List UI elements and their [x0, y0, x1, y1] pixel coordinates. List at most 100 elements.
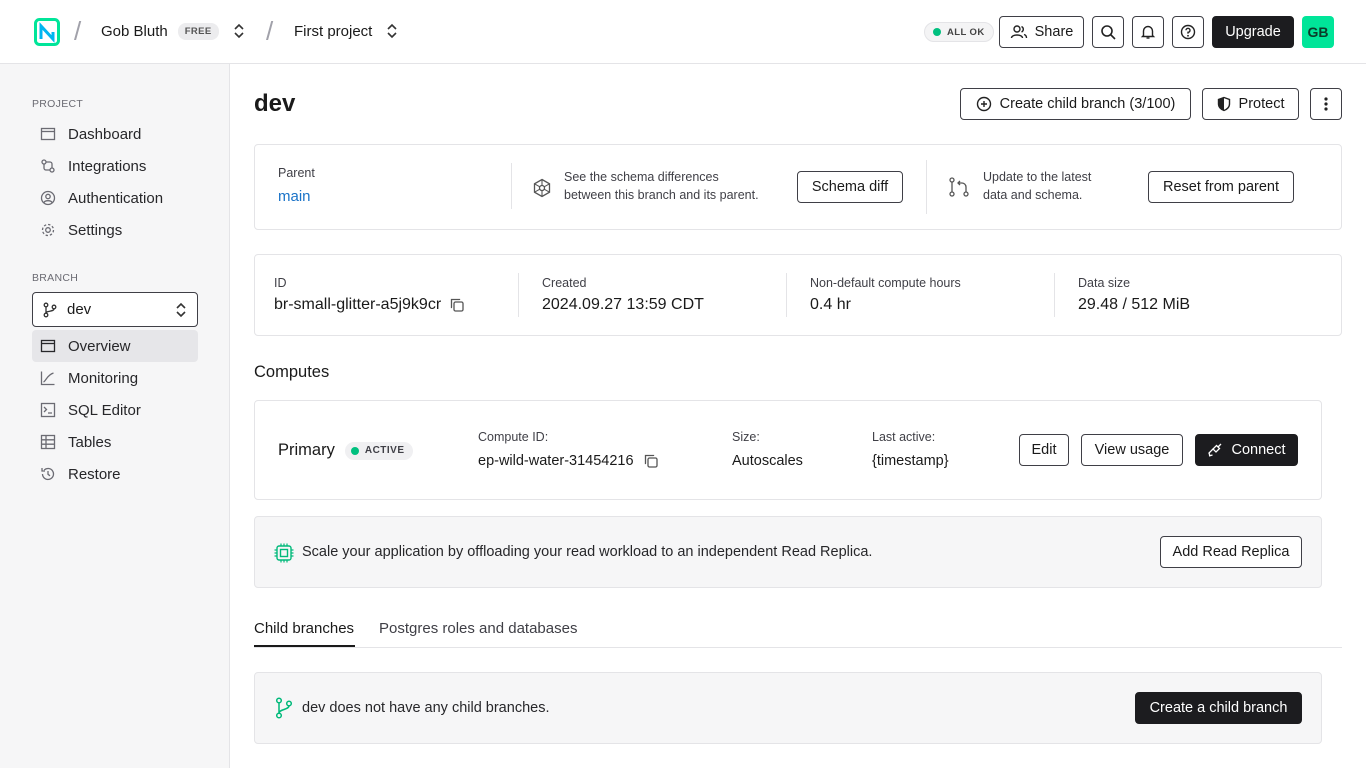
divider — [786, 273, 787, 317]
reset-from-parent-label: Reset from parent — [1162, 179, 1280, 195]
child-branches-card: dev does not have any child branches. Cr… — [254, 672, 1322, 744]
data-size-label: Data size — [1078, 276, 1131, 290]
plus-circle-icon — [976, 96, 991, 112]
more-options-button[interactable] — [1310, 88, 1342, 120]
no-child-branches-text: dev does not have any child branches. — [302, 700, 550, 716]
share-button[interactable]: Share — [999, 16, 1084, 48]
read-replica-card: Scale your application by offloading you… — [254, 516, 1322, 588]
edit-compute-button[interactable]: Edit — [1019, 434, 1069, 466]
sidebar-item-label: Settings — [68, 221, 123, 239]
divider — [511, 163, 512, 209]
compute-card: Primary ACTIVE Compute ID: ep-wild-water… — [254, 400, 1322, 500]
chevron-updown-icon — [234, 23, 244, 39]
chevron-updown-icon — [176, 302, 186, 318]
tab-child-branches[interactable]: Child branches — [254, 620, 354, 637]
create-child-branch-button[interactable]: Create child branch (3/100) — [960, 88, 1191, 120]
shield-icon — [1217, 96, 1230, 112]
compute-name: Primary ACTIVE — [278, 441, 413, 460]
sidebar-item-overview[interactable]: Overview — [32, 330, 198, 362]
protect-label: Protect — [1238, 96, 1285, 112]
project-section-label: PROJECT — [32, 98, 84, 110]
status-dot — [933, 28, 941, 36]
schema-diff-description: See the schema differences between this … — [564, 168, 759, 204]
view-usage-button[interactable]: View usage — [1081, 434, 1183, 466]
sidebar-item-authentication[interactable]: Authentication — [32, 182, 198, 214]
chevron-updown-icon — [387, 23, 397, 39]
sidebar-item-sql-editor[interactable]: SQL Editor — [32, 394, 198, 426]
copy-icon[interactable] — [449, 297, 465, 313]
plan-badge: FREE — [177, 22, 219, 40]
add-read-replica-label: Add Read Replica — [1172, 544, 1290, 560]
copy-icon[interactable] — [643, 453, 659, 469]
org-switcher[interactable]: Gob Bluth FREE — [101, 22, 245, 40]
branch-select[interactable]: dev — [32, 292, 198, 327]
schema-diff-description-line: between this branch and its parent. — [564, 188, 759, 202]
tabs-divider — [254, 647, 1342, 648]
schema-diff-description-line: See the schema differences — [564, 170, 719, 184]
parent-label: Parent — [278, 166, 315, 180]
branch-id: br-small-glitter-a5j9k9cr — [274, 296, 465, 314]
compute-id-value: ep-wild-water-31454216 — [478, 453, 634, 469]
project-switcher[interactable]: First project — [294, 22, 398, 40]
create-a-child-branch-label: Create a child branch — [1149, 700, 1288, 716]
overview-icon — [40, 339, 56, 353]
status-badge[interactable]: ALL OK — [924, 22, 994, 42]
avatar[interactable]: GB — [1302, 16, 1334, 48]
sidebar-item-integrations[interactable]: Integrations — [32, 150, 198, 182]
data-size-value: 29.48 / 512 MiB — [1078, 296, 1191, 313]
sidebar-item-dashboard[interactable]: Dashboard — [32, 118, 198, 150]
main-content: dev Create child branch (3/100) Protect … — [230, 64, 1366, 768]
search-button[interactable] — [1092, 16, 1124, 48]
sidebar-item-label: Integrations — [68, 157, 147, 175]
branch-id-value: br-small-glitter-a5j9k9cr — [274, 296, 442, 313]
divider — [518, 273, 519, 317]
branch-icon — [275, 697, 293, 719]
computes-heading: Computes — [254, 363, 330, 381]
compute-id: ep-wild-water-31454216 — [478, 453, 659, 469]
sidebar-item-settings[interactable]: Settings — [32, 214, 198, 246]
sidebar-item-label: Authentication — [68, 189, 164, 207]
upgrade-label: Upgrade — [1225, 24, 1281, 40]
auth-icon — [40, 190, 56, 206]
reset-description: Update to the latest data and schema. — [983, 168, 1091, 204]
read-replica-text: Scale your application by offloading you… — [302, 544, 873, 560]
help-button[interactable] — [1172, 16, 1204, 48]
gear-icon — [41, 223, 55, 237]
neon-logo-icon[interactable] — [34, 18, 60, 46]
sidebar-item-tables[interactable]: Tables — [32, 426, 198, 458]
sidebar: PROJECT Dashboard Integrations Authentic… — [0, 64, 230, 768]
sidebar-item-restore[interactable]: Restore — [32, 458, 198, 490]
project-name: First project — [294, 22, 373, 40]
protect-button[interactable]: Protect — [1202, 88, 1299, 120]
compute-id-label: Compute ID: — [478, 430, 549, 444]
git-compare-icon — [949, 177, 969, 197]
last-active-label: Last active: — [872, 430, 936, 444]
sidebar-item-label: Overview — [68, 337, 131, 355]
share-label: Share — [1034, 24, 1074, 40]
sidebar-item-label: Monitoring — [68, 369, 139, 387]
parent-branch-link[interactable]: main — [278, 188, 311, 205]
active-tab-indicator — [254, 645, 355, 647]
branch-select-value: dev — [67, 301, 92, 318]
sidebar-item-label: Tables — [68, 433, 112, 451]
sidebar-item-label: Dashboard — [68, 125, 142, 143]
tab-postgres-roles[interactable]: Postgres roles and databases — [379, 620, 577, 637]
compute-hours-label: Non-default compute hours — [810, 276, 961, 290]
created-value: 2024.09.27 13:59 CDT — [542, 296, 704, 313]
more-vertical-icon — [1324, 97, 1328, 111]
reset-description-line: Update to the latest — [983, 170, 1092, 184]
add-read-replica-button[interactable]: Add Read Replica — [1160, 536, 1302, 568]
connect-label: Connect — [1231, 442, 1286, 458]
compute-size-label: Size: — [732, 430, 760, 444]
schema-diff-button[interactable]: Schema diff — [797, 171, 903, 203]
create-a-child-branch-button[interactable]: Create a child branch — [1135, 692, 1302, 724]
connect-button[interactable]: Connect — [1195, 434, 1298, 466]
sidebar-item-monitoring[interactable]: Monitoring — [32, 362, 198, 394]
users-icon — [1010, 25, 1027, 39]
notifications-button[interactable] — [1132, 16, 1164, 48]
compute-hours-value: 0.4 hr — [810, 296, 851, 313]
reset-from-parent-button[interactable]: Reset from parent — [1148, 171, 1294, 203]
integrations-icon — [41, 159, 55, 173]
upgrade-button[interactable]: Upgrade — [1212, 16, 1294, 48]
plug-icon — [1208, 443, 1222, 457]
